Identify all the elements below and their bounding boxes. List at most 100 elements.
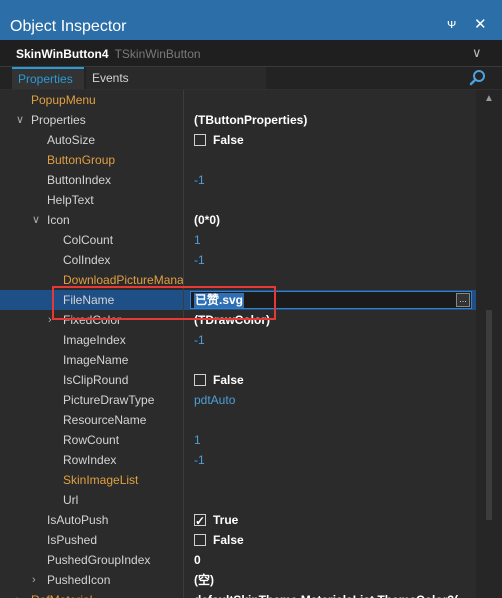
checkbox[interactable] [194, 134, 206, 146]
property-row[interactable]: SkinImageList [0, 470, 476, 490]
property-value[interactable]: (空) [194, 570, 470, 590]
property-row[interactable]: IsPushed False [0, 530, 476, 550]
tab-properties[interactable]: Properties [12, 67, 84, 89]
property-value-text: defaultSkinTheme.MaterialsList.ThemeColo… [194, 593, 458, 598]
property-name: RowCount [63, 433, 120, 447]
pin-icon[interactable]: ᴪ [447, 16, 456, 31]
property-name: HelpText [47, 193, 94, 207]
property-value-text: -1 [194, 173, 205, 187]
property-value-text: (空) [194, 573, 214, 587]
scrollbar[interactable]: ▲ [476, 90, 502, 598]
collapse-icon[interactable]: ∨ [16, 110, 24, 130]
property-value[interactable]: (0*0) [194, 210, 470, 230]
checkbox[interactable] [194, 534, 206, 546]
property-row[interactable]: IsClipRound False [0, 370, 476, 390]
property-name: IsPushed [47, 533, 98, 547]
property-name: ButtonIndex [47, 173, 112, 187]
property-row[interactable]: PopupMenu [0, 90, 476, 110]
property-row[interactable]: ImageName [0, 350, 476, 370]
property-value[interactable]: (TButtonProperties) [194, 110, 470, 130]
property-value-text: False [213, 533, 244, 547]
scroll-thumb[interactable] [486, 310, 492, 520]
property-value-text: False [213, 373, 244, 387]
property-value-text: pdtAuto [194, 393, 236, 407]
property-row[interactable]: AutoSize False [0, 130, 476, 150]
property-value-text: 1 [194, 433, 201, 447]
property-name: RefMaterial [31, 590, 183, 598]
property-row[interactable]: RowCount 1 [0, 430, 476, 450]
scroll-up-icon[interactable]: ▲ [484, 93, 494, 104]
property-row[interactable]: ∨ Properties (TButtonProperties) [0, 110, 476, 130]
window-title: Object Inspector [10, 18, 127, 35]
property-name: RowIndex [63, 453, 117, 467]
tab-events[interactable]: Events [86, 67, 266, 89]
property-name: PushedGroupIndex [47, 553, 151, 567]
property-row[interactable]: › PushedIcon (空) [0, 570, 476, 590]
property-value[interactable]: 1 [194, 430, 470, 450]
column-divider[interactable] [183, 90, 184, 598]
property-name: Icon [47, 213, 70, 227]
property-row[interactable]: ImageIndex -1 [0, 330, 476, 350]
property-grid: PopupMenu ∨ Properties (TButtonProperties) A… [0, 90, 476, 598]
property-name: Url [63, 493, 79, 507]
collapse-icon[interactable]: ∨ [32, 210, 40, 230]
property-row[interactable]: IsAutoPush True [0, 510, 476, 530]
checkbox[interactable] [194, 374, 206, 386]
property-name: Properties [31, 113, 86, 127]
property-row[interactable]: ButtonIndex -1 [0, 170, 476, 190]
property-value[interactable]: -1 [194, 250, 470, 270]
property-value[interactable]: False [194, 130, 470, 150]
property-name: ButtonGroup [47, 153, 116, 167]
tab-bar: Properties Events [0, 67, 502, 90]
title-bar: Object Inspector ᴪ ✕ [0, 0, 502, 40]
close-icon[interactable]: ✕ [474, 15, 487, 33]
property-name: IsAutoPush [47, 513, 109, 527]
checkbox[interactable] [194, 511, 206, 530]
expand-icon[interactable]: › [16, 590, 20, 598]
property-value[interactable]: defaultSkinTheme.MaterialsList.ThemeColo… [194, 590, 470, 598]
property-row[interactable]: RowIndex -1 [0, 450, 476, 470]
highlight-box [52, 286, 276, 320]
property-name: ResourceName [63, 413, 147, 427]
property-row[interactable]: ButtonGroup [0, 150, 476, 170]
property-value-text: True [213, 513, 239, 527]
component-selector[interactable]: SkinWinButton4 TSkinWinButton ∨ [0, 40, 502, 67]
property-value-text: (TButtonProperties) [194, 113, 308, 127]
property-value[interactable]: 0 [194, 550, 470, 570]
property-value[interactable]: -1 [194, 450, 470, 470]
property-row[interactable]: Url [0, 490, 476, 510]
expand-icon[interactable]: › [32, 570, 36, 590]
ellipsis-button[interactable]: ... [456, 293, 470, 307]
property-row[interactable]: PictureDrawType pdtAuto [0, 390, 476, 410]
property-value-text: 0 [194, 553, 201, 567]
property-row[interactable]: HelpText [0, 190, 476, 210]
property-row[interactable]: ColIndex -1 [0, 250, 476, 270]
property-value[interactable]: True [194, 510, 470, 530]
component-name: SkinWinButton4 TSkinWinButton [16, 47, 201, 61]
property-value[interactable]: False [194, 530, 470, 550]
search-icon[interactable] [468, 68, 488, 88]
property-name: PictureDrawType [63, 393, 155, 407]
component-type: TSkinWinButton [114, 47, 201, 61]
property-row[interactable]: ResourceName [0, 410, 476, 430]
property-name: ColIndex [63, 253, 111, 267]
property-value[interactable]: False [194, 370, 470, 390]
property-value-text: (0*0) [194, 213, 221, 227]
property-value-text: -1 [194, 333, 205, 347]
property-name: IsClipRound [63, 373, 129, 387]
chevron-down-icon[interactable]: ∨ [472, 45, 482, 61]
property-value[interactable]: -1 [194, 330, 470, 350]
property-value-text: 1 [194, 233, 201, 247]
property-name: ImageName [63, 353, 129, 367]
property-value-text: -1 [194, 453, 205, 467]
property-row[interactable]: ColCount 1 [0, 230, 476, 250]
property-name: PopupMenu [31, 93, 96, 107]
property-name: ImageIndex [63, 333, 126, 347]
property-value[interactable]: 1 [194, 230, 470, 250]
property-value[interactable]: -1 [194, 170, 470, 190]
property-name: PushedIcon [47, 573, 111, 587]
property-row[interactable]: ∨ Icon (0*0) [0, 210, 476, 230]
property-row[interactable]: PushedGroupIndex 0 [0, 550, 476, 570]
property-value[interactable]: pdtAuto [194, 390, 470, 410]
property-row[interactable]: › RefMaterial defaultSkinTheme.MaterialsLi… [0, 590, 476, 598]
